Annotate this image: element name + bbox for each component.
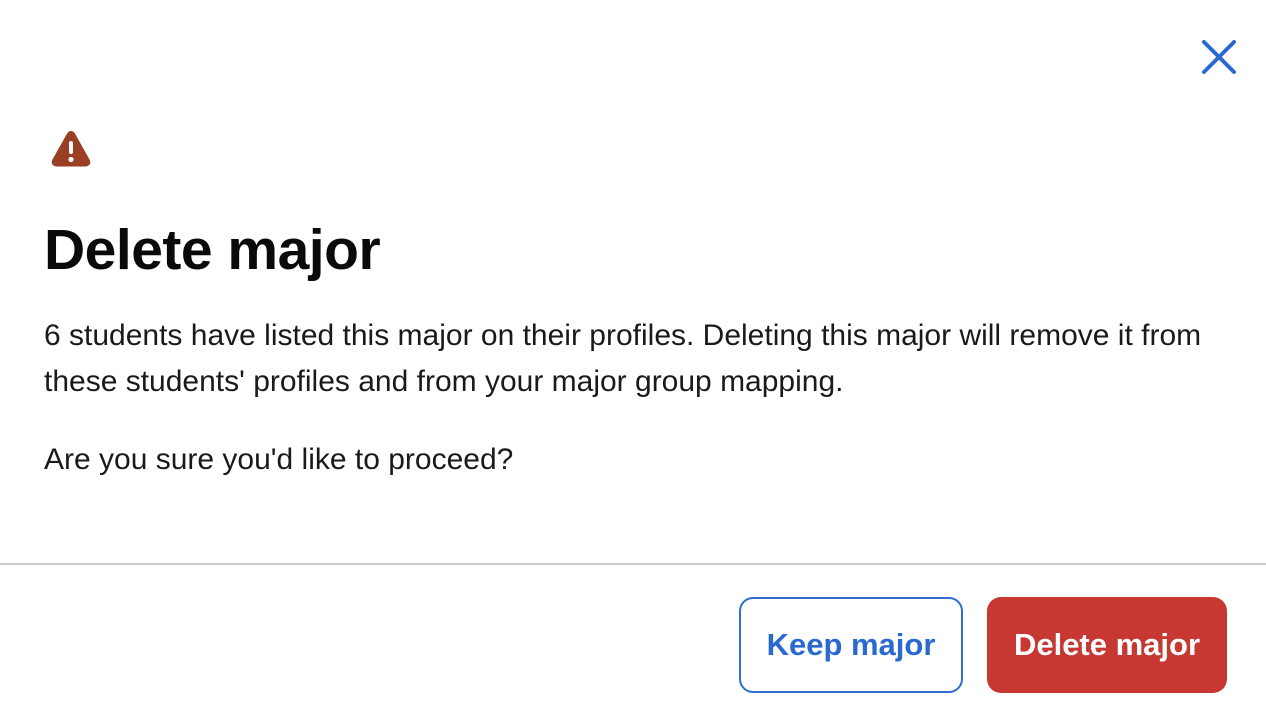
close-icon — [1202, 40, 1236, 74]
close-button[interactable] — [1196, 34, 1242, 80]
dialog-question: Are you sure you'd like to proceed? — [44, 443, 514, 476]
keep-major-button[interactable]: Keep major — [739, 597, 963, 693]
footer-divider — [0, 563, 1266, 565]
delete-major-dialog: Delete major 6 students have listed this… — [0, 0, 1266, 724]
warning-icon — [51, 131, 91, 167]
delete-major-button[interactable]: Delete major — [987, 597, 1227, 693]
dialog-body-text: 6 students have listed this major on the… — [44, 319, 1202, 398]
dialog-title: Delete major — [44, 218, 381, 282]
